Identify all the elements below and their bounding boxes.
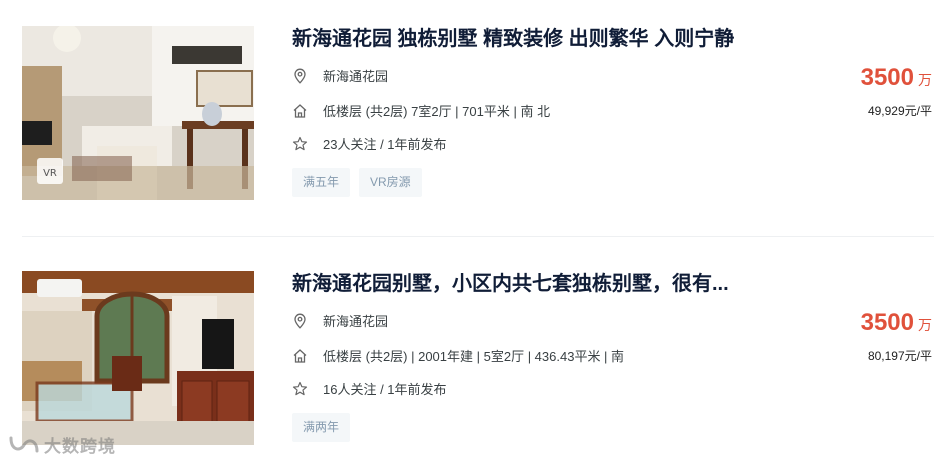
price-block: 3500 万 80,197元/平 (861, 309, 932, 364)
house-icon (292, 103, 308, 119)
watermark-text: 大数跨境 (44, 437, 116, 456)
unit-price: 49,929元/平 (867, 104, 932, 118)
tag: VR房源 (359, 168, 422, 197)
house-info-row: 低楼层 (共2层) 7室2厅 | 701平米 | 南 北 (292, 101, 550, 120)
house-info-row: 低楼层 (共2层) | 2001年建 | 5室2厅 | 436.43平米 | 南 (292, 346, 624, 365)
total-price: 3500 万 (861, 309, 932, 337)
star-icon (292, 136, 308, 152)
total-price-value: 3500 (860, 64, 914, 91)
tag: 满五年 (292, 168, 351, 197)
address-row: 新海通花园 (292, 311, 388, 330)
unit-price: 80,197元/平 (867, 349, 932, 363)
follow-info-row: 23人关注 / 1年前发布 (292, 134, 447, 153)
tag-list: 满两年 (292, 413, 351, 442)
house-icon (292, 348, 308, 364)
svg-text:VR: VR (43, 168, 57, 179)
villa-interior-image (22, 271, 254, 445)
tag-list: 满五年 VR房源 (292, 168, 422, 197)
follow-info-row: 16人关注 / 1年前发布 (292, 379, 447, 398)
listing-photo[interactable] (22, 271, 254, 445)
listing-info: 新海通花园 独栋别墅 精致装修 出则繁华 入则宁静 新海通花园 低楼层 (共2层… (292, 26, 932, 200)
listing-title[interactable]: 新海通花园别墅，小区内共七套独栋别墅，很有... (292, 271, 729, 297)
total-price: 3500 万 (861, 64, 932, 92)
address-link[interactable]: 新海通花园 (323, 66, 388, 85)
villa-interior-image: VR (22, 26, 254, 200)
tag: 满两年 (292, 413, 351, 442)
follow-info-text: 23人关注 / 1年前发布 (323, 137, 447, 152)
watermark: 大数跨境 (8, 432, 116, 457)
address-link[interactable]: 新海通花园 (323, 311, 388, 330)
listing-info: 新海通花园别墅，小区内共七套独栋别墅，很有... 新海通花园 低楼层 (共2层)… (292, 271, 932, 445)
address-row: 新海通花园 (292, 66, 388, 85)
location-pin-icon (292, 68, 308, 84)
watermark-logo-icon (8, 434, 40, 456)
total-price-value: 3500 (860, 309, 914, 336)
listing-divider (22, 236, 934, 237)
listing-title[interactable]: 新海通花园 独栋别墅 精致装修 出则繁华 入则宁静 (292, 26, 734, 52)
house-info-text: 低楼层 (共2层) 7室2厅 | 701平米 | 南 北 (323, 104, 551, 119)
price-block: 3500 万 49,929元/平 (861, 64, 932, 119)
star-icon (292, 381, 308, 397)
total-price-unit: 万 (918, 72, 932, 88)
location-pin-icon (292, 313, 308, 329)
listing-photo[interactable]: VR (22, 26, 254, 200)
house-info-text: 低楼层 (共2层) | 2001年建 | 5室2厅 | 436.43平米 | 南 (323, 349, 625, 364)
total-price-unit: 万 (918, 317, 932, 333)
follow-info-text: 16人关注 / 1年前发布 (323, 382, 447, 397)
